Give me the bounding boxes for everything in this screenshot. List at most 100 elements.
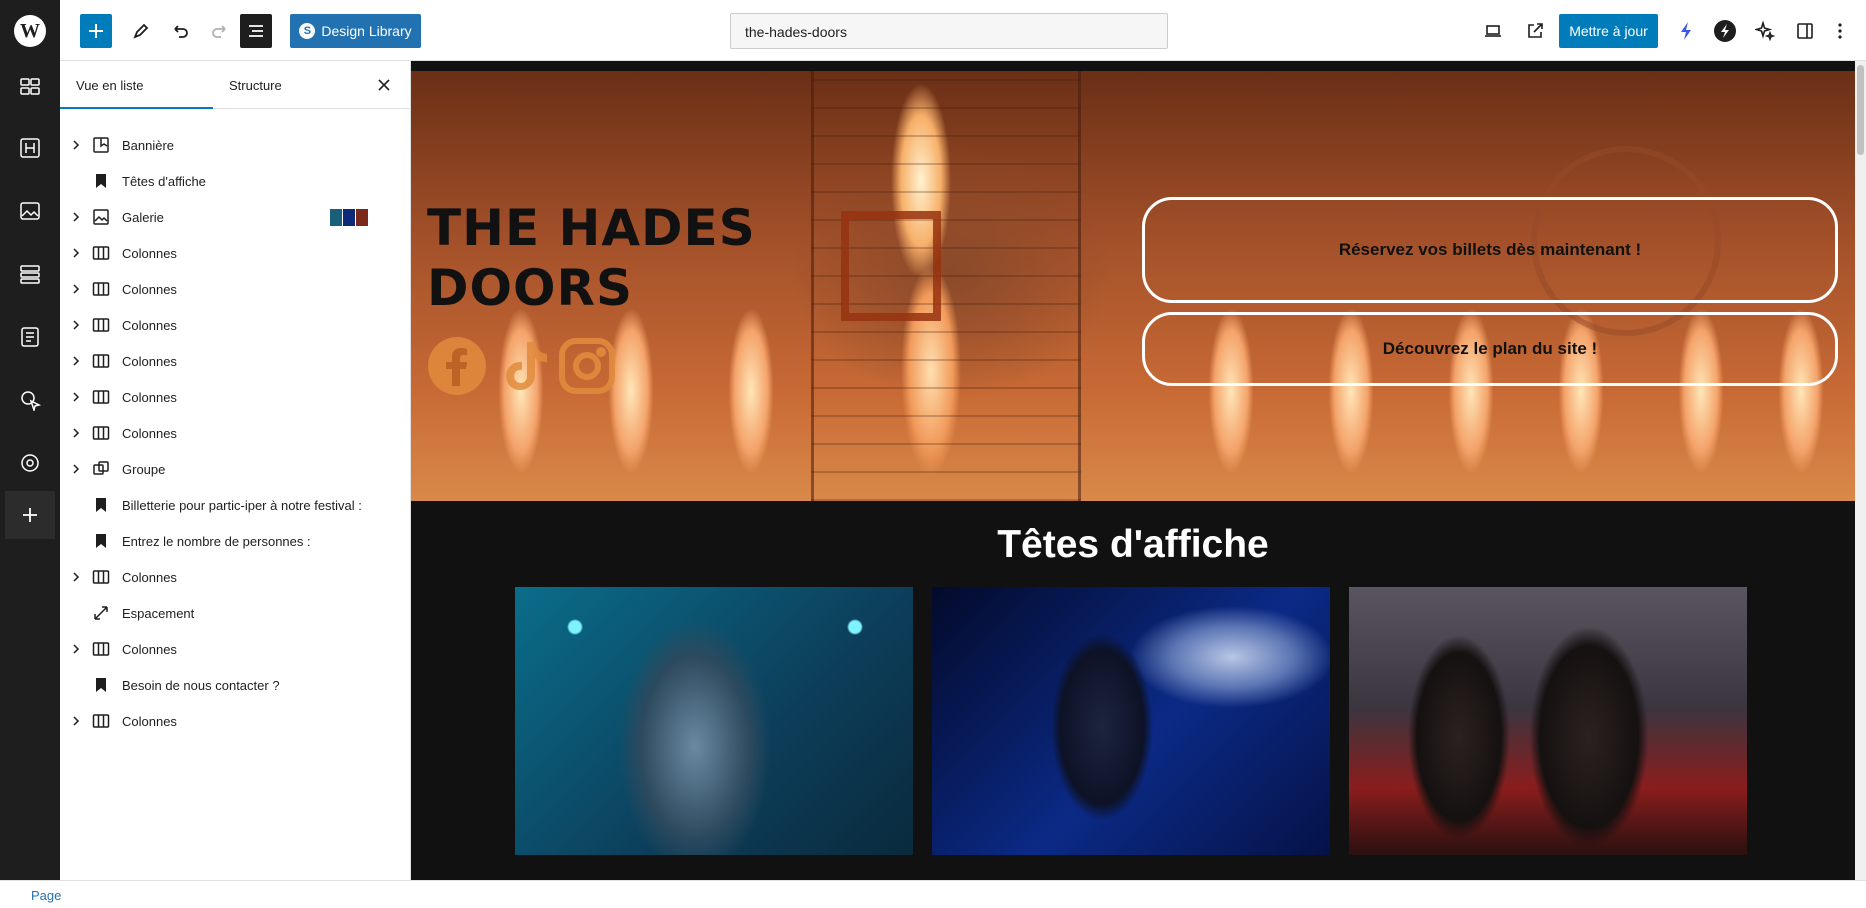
lightning-icon	[1681, 22, 1691, 40]
list-item[interactable]: Besoin de nous contacter ?	[60, 667, 410, 703]
chevron-right-icon[interactable]	[69, 390, 83, 404]
laptop-icon	[1485, 25, 1501, 37]
list-item[interactable]: Groupe	[60, 451, 410, 487]
list-item[interactable]: Colonnes	[60, 631, 410, 667]
undo-button[interactable]	[165, 14, 195, 48]
admin-sidebar: W	[0, 0, 60, 880]
list-item[interactable]: Colonnes	[60, 379, 410, 415]
edit-tool-button[interactable]	[126, 14, 156, 48]
chevron-right-icon[interactable]	[69, 426, 83, 440]
list-item[interactable]: Colonnes	[60, 235, 410, 271]
document-overview-button[interactable]	[240, 14, 272, 48]
list-item[interactable]: Colonnes	[60, 271, 410, 307]
chevron-right-icon[interactable]	[69, 354, 83, 368]
chevron-right-icon[interactable]	[69, 138, 83, 152]
chevron-right-icon[interactable]	[69, 714, 83, 728]
options-button[interactable]	[1828, 14, 1852, 48]
site-map-button[interactable]: Découvrez le plan du site !	[1142, 312, 1838, 386]
columns-icon	[92, 712, 110, 730]
heading-icon	[92, 496, 110, 514]
book-tickets-button[interactable]: Réservez vos billets dès maintenant !	[1142, 197, 1838, 303]
chevron-right-icon[interactable]	[69, 462, 83, 476]
editor-toolbar: S Design Library the-hades-doors Mettre …	[60, 0, 1866, 61]
list-item-label: Colonnes	[122, 713, 177, 729]
chevron-right-icon[interactable]	[69, 570, 83, 584]
scrollbar-thumb[interactable]	[1857, 65, 1864, 155]
list-item[interactable]: Espacement	[60, 595, 410, 631]
chevron-right-icon[interactable]	[69, 282, 83, 296]
hero-title[interactable]: THE HADES DOORS	[427, 198, 756, 318]
chevron-right-icon[interactable]	[69, 210, 83, 224]
list-item[interactable]: Colonnes	[60, 559, 410, 595]
list-item[interactable]: Têtes d'affiche	[60, 163, 410, 199]
banner-cover-block[interactable]: THE HADES DOORS Réservez vos billets dès…	[411, 71, 1855, 501]
list-item[interactable]: Bannière	[60, 127, 410, 163]
instagram-link[interactable]	[557, 336, 617, 396]
list-item-label: Colonnes	[122, 389, 177, 405]
list-item[interactable]: Billetterie pour partic-iper à notre fes…	[60, 487, 410, 523]
chevron-right-icon[interactable]	[69, 246, 83, 260]
pencil-icon	[133, 23, 149, 39]
heading-icon	[92, 676, 110, 694]
stage-logo-graphic	[841, 211, 941, 321]
list-item[interactable]: Colonnes	[60, 307, 410, 343]
columns-icon	[92, 640, 110, 658]
close-list-view-button[interactable]	[374, 75, 394, 95]
columns-icon	[92, 244, 110, 262]
list-item[interactable]: Colonnes	[60, 703, 410, 739]
tab-list-view[interactable]: Vue en liste	[76, 61, 143, 109]
image-icon[interactable]	[18, 199, 42, 223]
list-item-label: Colonnes	[122, 641, 177, 657]
list-item-label: Colonnes	[122, 281, 177, 297]
chevron-right-icon[interactable]	[69, 318, 83, 332]
layout-rows-icon[interactable]	[18, 262, 42, 286]
performance-button[interactable]	[1671, 14, 1701, 48]
list-view-tabs: Vue en liste Structure	[60, 61, 410, 109]
cover-icon	[92, 136, 110, 154]
heading-h-icon[interactable]	[18, 136, 42, 160]
page-slug-field[interactable]: the-hades-doors	[730, 13, 1168, 49]
list-view-panel: Vue en liste Structure Bannière Têtes d'a…	[60, 61, 411, 880]
list-item[interactable]: Colonnes	[60, 343, 410, 379]
columns-icon	[92, 280, 110, 298]
badge-icon[interactable]	[18, 451, 42, 475]
columns-icon	[92, 568, 110, 586]
columns-icon	[92, 424, 110, 442]
settings-sidebar-button[interactable]	[1790, 14, 1820, 48]
wordpress-logo-icon[interactable]: W	[14, 15, 46, 47]
tiktok-link[interactable]	[496, 336, 556, 396]
list-item-label: Billetterie pour partic-iper à notre fes…	[122, 497, 362, 513]
canvas-top-strip	[411, 61, 1855, 71]
add-plus-icon[interactable]	[5, 491, 55, 539]
list-item[interactable]: Colonnes	[60, 415, 410, 451]
facebook-link[interactable]	[427, 336, 487, 396]
patterns-icon[interactable]	[18, 74, 42, 98]
headliner-photo-3[interactable]	[1349, 587, 1747, 855]
list-item-label: Colonnes	[122, 353, 177, 369]
pointer-target-icon[interactable]	[18, 388, 42, 412]
preview-device-button[interactable]	[1478, 14, 1508, 48]
headliners-heading[interactable]: Têtes d'affiche	[411, 523, 1855, 567]
footer-breadcrumb[interactable]: Page	[31, 888, 61, 903]
tiktok-icon	[506, 342, 547, 390]
list-item[interactable]: Entrez le nombre de personnes :	[60, 523, 410, 559]
hero-title-line-2: DOORS	[427, 259, 634, 317]
redo-button[interactable]	[205, 14, 235, 48]
list-item-label: Entrez le nombre de personnes :	[122, 533, 311, 549]
tab-structure[interactable]: Structure	[229, 61, 282, 109]
design-library-button[interactable]: S Design Library	[290, 14, 421, 48]
add-block-button[interactable]	[80, 14, 112, 48]
headliner-photo-2[interactable]	[932, 587, 1330, 855]
undo-icon	[174, 25, 188, 38]
external-link-icon	[1528, 23, 1543, 38]
canvas-scrollbar[interactable]	[1855, 61, 1866, 880]
stackable-button[interactable]	[1710, 14, 1740, 48]
design-library-label: Design Library	[321, 23, 412, 39]
headliner-photo-1[interactable]	[515, 587, 913, 855]
form-icon[interactable]	[18, 325, 42, 349]
ai-assistant-button[interactable]	[1750, 14, 1780, 48]
update-button[interactable]: Mettre à jour	[1559, 14, 1658, 48]
view-page-button[interactable]	[1520, 14, 1550, 48]
list-item[interactable]: Galerie	[60, 199, 410, 235]
chevron-right-icon[interactable]	[69, 642, 83, 656]
